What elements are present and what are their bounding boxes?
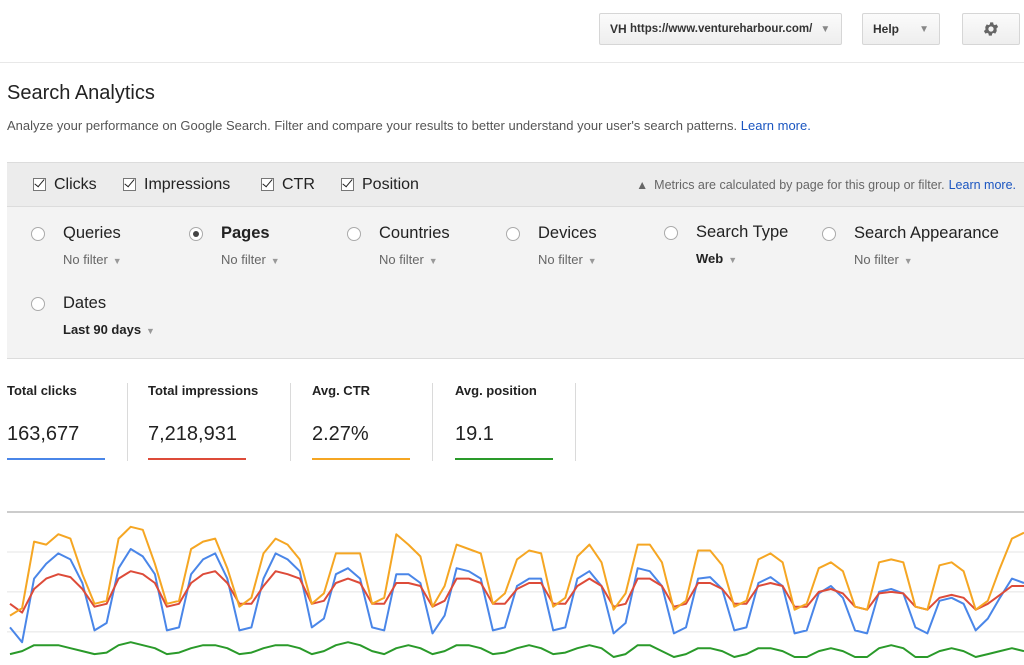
checkbox-icon [123, 178, 136, 191]
checkbox-icon [341, 178, 354, 191]
chevron-down-icon: ▼ [112, 256, 122, 266]
filter-value-text: Web [696, 251, 724, 266]
chevron-down-icon: ▼ [587, 256, 597, 266]
stat-label: Avg. position [455, 383, 537, 398]
chevron-down-icon: ▼ [903, 256, 913, 266]
top-bar: VH https://www.ventureharbour.com/ ▼ Hel… [0, 0, 1024, 63]
metric-checkbox-clicks[interactable]: Clicks [33, 163, 97, 206]
metric-label: Impressions [144, 175, 231, 193]
radio-button[interactable] [506, 227, 520, 241]
stat-avg-position[interactable]: Avg. position 19.1 [455, 383, 553, 460]
page-subtitle: Analyze your performance on Google Searc… [7, 118, 811, 133]
page-title: Search Analytics [7, 82, 155, 104]
filter-panel: Queries No filter ▼ Pages No filter ▼ Coun… [7, 207, 1024, 359]
filter-name: Search Type [696, 223, 789, 241]
stat-divider [432, 383, 433, 461]
stat-label: Avg. CTR [312, 383, 371, 398]
filter-name: Pages [221, 224, 270, 242]
series-line-3 [9, 641, 1024, 658]
stat-value: 7,218,931 [148, 423, 237, 445]
filter-value-text: No filter [854, 252, 899, 267]
filter-name: Devices [538, 224, 597, 242]
stat-color-bar [148, 458, 246, 460]
metrics-note-text: Metrics are calculated by page for this … [654, 177, 945, 192]
metrics-bar: Clicks Impressions CTR Position ▲ Metric… [7, 162, 1024, 207]
stat-label: Total impressions [148, 383, 259, 398]
filter-value[interactable]: No filter ▼ [379, 252, 438, 267]
filter-value[interactable]: No filter ▼ [538, 252, 597, 267]
radio-button[interactable] [189, 227, 203, 241]
filter-value-text: No filter [379, 252, 424, 267]
chevron-down-icon: ▼ [820, 23, 831, 35]
filter-value-text: Last 90 days [63, 322, 142, 337]
checkbox-icon [261, 178, 274, 191]
stat-color-bar [312, 458, 410, 460]
stat-divider [127, 383, 128, 461]
warning-icon: ▲ [636, 177, 649, 192]
subtitle-text: Analyze your performance on Google Searc… [7, 118, 738, 133]
metrics-note: ▲ Metrics are calculated by page for thi… [636, 163, 1016, 206]
chevron-down-icon: ▼ [428, 256, 438, 266]
filter-value[interactable]: Web ▼ [696, 251, 737, 266]
chevron-down-icon: ▼ [146, 326, 155, 336]
radio-button[interactable] [347, 227, 361, 241]
learn-more-link[interactable]: Learn more. [741, 118, 811, 133]
stat-value: 2.27% [312, 423, 369, 445]
stat-divider [290, 383, 291, 461]
metric-label: CTR [282, 175, 315, 193]
filter-value[interactable]: No filter ▼ [854, 252, 913, 267]
site-url: https://www.ventureharbour.com/ [630, 23, 813, 35]
stat-value: 19.1 [455, 423, 494, 445]
filter-value[interactable]: Last 90 days ▼ [63, 322, 155, 337]
stat-divider [575, 383, 576, 461]
filter-value[interactable]: No filter ▼ [63, 252, 122, 267]
site-selector-button[interactable]: VH https://www.ventureharbour.com/ ▼ [599, 13, 842, 45]
stat-value: 163,677 [7, 423, 80, 445]
chevron-down-icon: ▼ [919, 23, 929, 35]
metrics-learn-more-link[interactable]: Learn more. [949, 178, 1016, 192]
stat-avg-ctr[interactable]: Avg. CTR 2.27% [312, 383, 410, 460]
chevron-down-icon: ▼ [728, 255, 738, 265]
metric-checkbox-ctr[interactable]: CTR [261, 163, 315, 206]
stat-color-bar [7, 458, 105, 460]
filter-value[interactable]: No filter ▼ [221, 252, 280, 267]
metric-label: Position [362, 175, 419, 193]
stat-color-bar [455, 458, 553, 460]
radio-button[interactable] [822, 227, 836, 241]
site-prefix: VH [610, 22, 627, 36]
performance-chart[interactable] [0, 500, 1024, 665]
stat-total-clicks[interactable]: Total clicks 163,677 [7, 383, 105, 460]
filter-name: Dates [63, 294, 107, 312]
checkbox-icon [33, 178, 46, 191]
filter-value-text: No filter [538, 252, 583, 267]
help-button[interactable]: Help ▼ [862, 13, 940, 45]
filter-value-text: No filter [221, 252, 266, 267]
radio-button[interactable] [664, 226, 678, 240]
stat-total-impressions[interactable]: Total impressions 7,218,931 [148, 383, 259, 460]
gear-icon [983, 22, 999, 36]
metric-checkbox-impressions[interactable]: Impressions [123, 163, 230, 206]
radio-button[interactable] [31, 297, 45, 311]
settings-button[interactable] [962, 13, 1020, 45]
filter-name: Countries [379, 224, 450, 242]
filter-name: Queries [63, 224, 121, 242]
chevron-down-icon: ▼ [270, 256, 280, 266]
metric-checkbox-position[interactable]: Position [341, 163, 419, 206]
filter-value-text: No filter [63, 252, 108, 267]
stat-label: Total clicks [7, 383, 77, 398]
filter-name: Search Appearance [854, 224, 999, 242]
radio-button[interactable] [31, 227, 45, 241]
metric-label: Clicks [54, 175, 97, 193]
help-label: Help [873, 22, 900, 36]
